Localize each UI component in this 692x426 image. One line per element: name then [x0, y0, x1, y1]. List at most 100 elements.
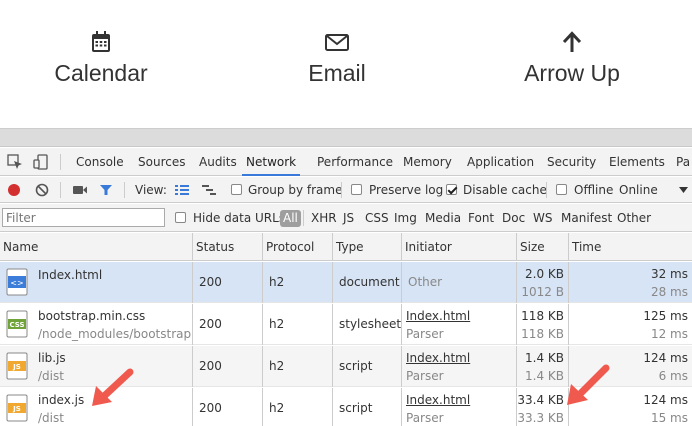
waterfall-icon[interactable]: [201, 184, 217, 196]
arrow-up-item: Arrow Up: [472, 30, 672, 87]
offline-checkbox[interactable]: [556, 184, 567, 195]
file-path: /dist: [38, 369, 64, 383]
toolbar-separator: [124, 182, 125, 198]
column-header-status[interactable]: Status: [192, 233, 262, 261]
chevron-down-icon[interactable]: [679, 187, 688, 193]
filter-type-xhr[interactable]: XHR: [311, 204, 337, 232]
record-icon[interactable]: [7, 183, 21, 197]
type-cell: script: [332, 346, 401, 387]
tab-network[interactable]: Network: [242, 148, 301, 176]
type-cell: document: [332, 262, 401, 303]
time-total: 124 ms: [643, 351, 688, 365]
initiator-type: Parser: [406, 411, 444, 425]
time-cell: 32 ms 28 ms: [568, 262, 692, 303]
large-rows-icon[interactable]: [174, 184, 190, 196]
initiator-cell: Index.html Parser: [401, 346, 516, 387]
offline-label: Offline: [574, 183, 614, 197]
column-header-initiator[interactable]: Initiator: [401, 233, 516, 261]
table-row[interactable]: CSS bootstrap.min.css /node_modules/boot…: [0, 304, 692, 345]
device-toolbar-icon[interactable]: [33, 154, 49, 170]
time-total: 125 ms: [643, 309, 688, 323]
size-resource: 33.3 KB: [517, 411, 564, 425]
disable-cache-checkbox[interactable]: [446, 184, 457, 195]
protocol-cell: h2: [262, 304, 332, 345]
arrow-up-label: Arrow Up: [524, 60, 620, 86]
tab-elements[interactable]: Elements: [609, 148, 665, 176]
initiator-type: Parser: [406, 369, 444, 383]
toolbar-separator: [341, 182, 342, 198]
calendar-icon: [92, 31, 110, 52]
initiator-cell: Other: [401, 262, 516, 303]
video-camera-icon[interactable]: [72, 184, 88, 196]
demo-page: Calendar Email Arrow Up: [0, 0, 692, 128]
name-cell: <> Index.html: [0, 262, 192, 303]
tab-performance[interactable]: Performance: [317, 148, 393, 176]
envelope-icon: [325, 34, 349, 51]
hide-data-urls-label: Hide data URLs: [193, 211, 286, 225]
arrow-up-icon: [562, 31, 582, 52]
devtools-tab-bar: Console Sources Audits Network Performan…: [0, 148, 692, 176]
js-file-icon: JS: [6, 352, 28, 380]
time-latency: 28 ms: [650, 285, 688, 299]
hide-data-urls-checkbox[interactable]: [175, 212, 186, 223]
file-name: bootstrap.min.css: [38, 309, 146, 323]
size-cell: 2.0 KB 1012 B: [516, 262, 568, 303]
table-header: Name Status Protocol Type Initiator Size…: [0, 233, 692, 261]
tab-overflow[interactable]: Pa: [676, 148, 690, 176]
devtools-resize-strip[interactable]: [0, 129, 692, 147]
tab-audits[interactable]: Audits: [199, 148, 237, 176]
filter-type-ws[interactable]: WS: [533, 204, 552, 232]
tab-memory[interactable]: Memory: [403, 148, 452, 176]
protocol-cell: h2: [262, 262, 332, 303]
tab-console[interactable]: Console: [76, 148, 124, 176]
column-header-size[interactable]: Size: [516, 233, 568, 261]
size-transferred: 1.4 KB: [525, 351, 564, 365]
initiator-link[interactable]: Index.html: [406, 309, 470, 323]
clear-icon[interactable]: [35, 183, 49, 197]
column-header-type[interactable]: Type: [332, 233, 401, 261]
preserve-log-label: Preserve log: [369, 183, 444, 197]
tab-security[interactable]: Security: [547, 148, 596, 176]
time-latency: 12 ms: [650, 327, 688, 341]
filter-type-font[interactable]: Font: [468, 204, 494, 232]
column-header-protocol[interactable]: Protocol: [262, 233, 332, 261]
filter-type-css[interactable]: CSS: [365, 204, 389, 232]
initiator-cell: Index.html Parser: [401, 304, 516, 345]
email-item: Email: [237, 30, 437, 87]
filter-type-all[interactable]: All: [280, 210, 301, 227]
tab-application[interactable]: Application: [467, 148, 534, 176]
column-header-time[interactable]: Time: [568, 233, 692, 261]
filter-type-other[interactable]: Other: [617, 204, 651, 232]
status-cell: 200: [192, 262, 262, 303]
svg-text:CSS: CSS: [9, 321, 24, 329]
table-row[interactable]: <> Index.html 200 h2 document Other 2.0 …: [0, 262, 692, 303]
column-header-name[interactable]: Name: [0, 233, 192, 261]
email-label: Email: [308, 60, 366, 86]
tab-sources[interactable]: Sources: [138, 148, 185, 176]
filter-input[interactable]: [2, 208, 165, 227]
status-cell: 200: [192, 346, 262, 387]
inspect-element-icon[interactable]: [7, 154, 23, 170]
file-name: Index.html: [38, 268, 103, 282]
filter-type-doc[interactable]: Doc: [502, 204, 525, 232]
filter-icon[interactable]: [99, 183, 113, 197]
filter-type-img[interactable]: Img: [394, 204, 417, 232]
group-by-frame-label: Group by frame: [248, 183, 343, 197]
filter-type-manifest[interactable]: Manifest: [561, 204, 612, 232]
group-by-frame-checkbox[interactable]: [231, 184, 242, 195]
filter-type-media[interactable]: Media: [425, 204, 461, 232]
throttling-select[interactable]: Online: [619, 177, 658, 203]
size-cell: 118 KB 118 KB: [516, 304, 568, 345]
initiator-link[interactable]: Index.html: [406, 393, 470, 407]
filter-type-js[interactable]: JS: [343, 204, 354, 232]
preserve-log-checkbox[interactable]: [351, 184, 362, 195]
size-resource: 118 KB: [521, 327, 564, 341]
initiator-type: Parser: [406, 327, 444, 341]
size-resource: 1.4 KB: [525, 369, 564, 383]
protocol-cell: h2: [262, 388, 332, 426]
size-cell: 33.4 KB 33.3 KB: [516, 388, 568, 426]
file-path: /node_modules/bootstrap...: [38, 327, 192, 341]
initiator-link[interactable]: Index.html: [406, 351, 470, 365]
tab-separator: [60, 154, 61, 170]
time-latency: 6 ms: [658, 369, 688, 383]
